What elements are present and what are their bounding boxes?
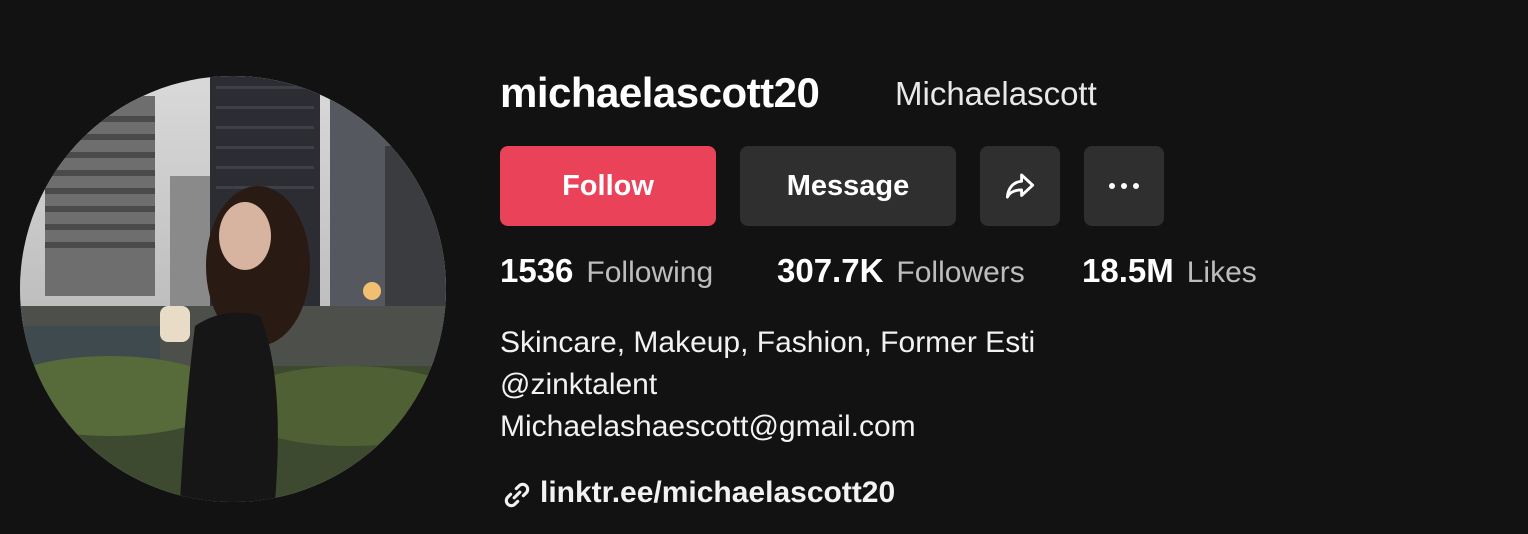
stat-following[interactable]: 1536 Following [500, 252, 713, 290]
nickname: Michaelascott [895, 75, 1097, 112]
bio-line: Skincare, Makeup, Fashion, Former Esti [500, 326, 1036, 359]
link-icon [504, 482, 530, 508]
bio-line: @zinktalent [500, 368, 658, 401]
follow-button[interactable]: Follow [500, 146, 716, 226]
profile-link[interactable]: linktr.ee/michaelascott20 [500, 474, 895, 512]
username: michaelascott20 [500, 69, 820, 116]
followers-count: 307.7K [777, 252, 884, 289]
following-count: 1536 [500, 252, 574, 289]
share-arrow-icon [1005, 173, 1035, 199]
likes-label: Likes [1186, 256, 1257, 289]
followers-label: Followers [896, 256, 1025, 289]
profile-link-text[interactable]: linktr.ee/michaelascott20 [540, 476, 895, 510]
bio-line: Michaelashaescott@gmail.com [500, 410, 916, 443]
stat-followers[interactable]: 307.7K Followers [777, 252, 1025, 290]
avatar[interactable] [20, 76, 446, 502]
stat-likes: 18.5M Likes [1082, 252, 1257, 290]
likes-count: 18.5M [1082, 252, 1174, 289]
more-options-button[interactable] [1084, 146, 1164, 226]
bio: Skincare, Makeup, Fashion, Former Esti @… [500, 322, 1035, 448]
message-button[interactable]: Message [740, 146, 956, 226]
share-button[interactable] [980, 146, 1060, 226]
following-label: Following [586, 256, 714, 289]
avatar-photo [20, 76, 446, 502]
more-horizontal-icon [1109, 183, 1139, 189]
